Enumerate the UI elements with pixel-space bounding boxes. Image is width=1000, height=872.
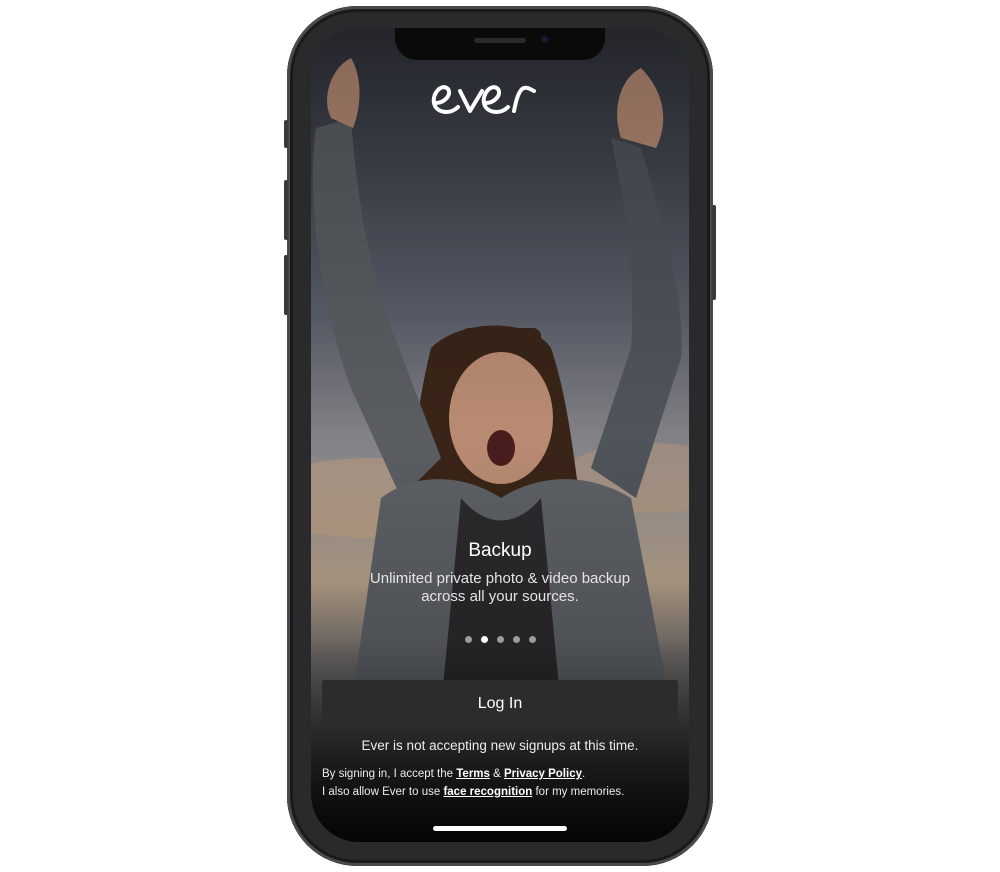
ever-script-logo-icon: ever [431,85,536,114]
page-dot-1[interactable] [464,636,472,643]
legal-suffix-2: for my memories. [532,786,625,798]
terms-link[interactable]: Terms [456,768,490,780]
page-dot-2[interactable] [480,636,488,643]
slide-title: Backup [468,540,532,561]
page-dot-4[interactable] [512,636,520,643]
home-indicator[interactable] [433,826,567,831]
front-camera [540,35,549,44]
legal-and: & [489,768,504,780]
login-button[interactable]: Log In [322,680,678,728]
power-button [712,205,716,300]
legal-text: By signing in, I accept the Terms & Priv… [322,765,682,801]
signup-notice: Ever is not accepting new signups at thi… [361,738,639,753]
legal-line-2: I also allow Ever to use face recognitio… [322,783,682,801]
page-indicator[interactable] [311,636,689,643]
ever-logo: ever [400,66,600,126]
legal-prefix: By signing in, I accept the [322,768,457,780]
legal-period: . [581,768,586,780]
volume-down-button [284,255,288,315]
earpiece-speaker [474,38,526,43]
silent-switch [284,120,288,148]
page-dot-3[interactable] [496,636,504,643]
page-dot-5[interactable] [528,636,536,643]
notch [395,28,605,60]
slide-description: Unlimited private photo & video backup a… [369,570,631,605]
volume-up-button [284,180,288,240]
legal-line-1: By signing in, I accept the Terms & Priv… [322,765,682,783]
face-recognition-link[interactable]: face recognition [443,786,532,798]
legal-prefix-2: I also allow Ever to use [322,786,444,798]
privacy-policy-link[interactable]: Privacy Policy [504,768,582,780]
